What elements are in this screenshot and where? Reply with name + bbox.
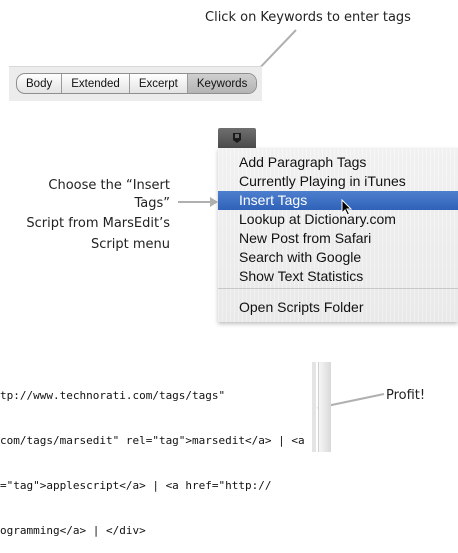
script-menu-button[interactable] bbox=[218, 128, 256, 148]
script-hint-line-3: Script menu bbox=[91, 236, 170, 252]
menu-item-show-text-statistics[interactable]: Show Text Statistics bbox=[218, 267, 458, 286]
menu-item-currently-playing[interactable]: Currently Playing in iTunes bbox=[218, 172, 458, 191]
tab-extended[interactable]: Extended bbox=[62, 74, 130, 93]
mouse-cursor-icon bbox=[341, 199, 353, 216]
code-line: com/tags/marsedit" rel="tag">marsedit</a… bbox=[0, 434, 305, 447]
window-edge bbox=[312, 362, 316, 452]
window-scrollbar bbox=[318, 362, 331, 452]
editor-tabs: Body Extended Excerpt Keywords bbox=[16, 73, 258, 94]
tab-body[interactable]: Body bbox=[17, 74, 63, 93]
code-line: tp://www.technorati.com/tags/tags" bbox=[0, 389, 226, 402]
profit-note: Profit! bbox=[386, 388, 426, 403]
menu-item-insert-tags[interactable]: Insert Tags bbox=[218, 191, 458, 210]
menu-item-lookup-dictionary[interactable]: Lookup at Dictionary.com bbox=[218, 210, 458, 229]
script-hint-line-2: Script from MarsEdit’s bbox=[26, 216, 170, 232]
code-line: ogramming</a> | </div> bbox=[0, 524, 146, 537]
menu-item-add-paragraph-tags[interactable]: Add Paragraph Tags bbox=[218, 153, 458, 172]
menu-item-open-scripts-folder[interactable]: Open Scripts Folder bbox=[218, 298, 458, 317]
menu-item-new-post-safari[interactable]: New Post from Safari bbox=[218, 229, 458, 248]
code-line: ="tag">applescript</a> | <a href="http:/… bbox=[0, 479, 272, 492]
menu-item-search-google[interactable]: Search with Google bbox=[218, 248, 458, 267]
script-icon bbox=[233, 133, 241, 143]
tab-keywords[interactable]: Keywords bbox=[187, 74, 257, 93]
script-hint-line-1: Choose the “Insert Tags” bbox=[48, 178, 170, 211]
script-menu: Add Paragraph Tags Currently Playing in … bbox=[218, 148, 458, 322]
menu-separator bbox=[218, 288, 458, 289]
tab-excerpt[interactable]: Excerpt bbox=[130, 74, 188, 93]
script-hint: Choose the “Insert Tags” Script from Mar… bbox=[10, 177, 170, 253]
